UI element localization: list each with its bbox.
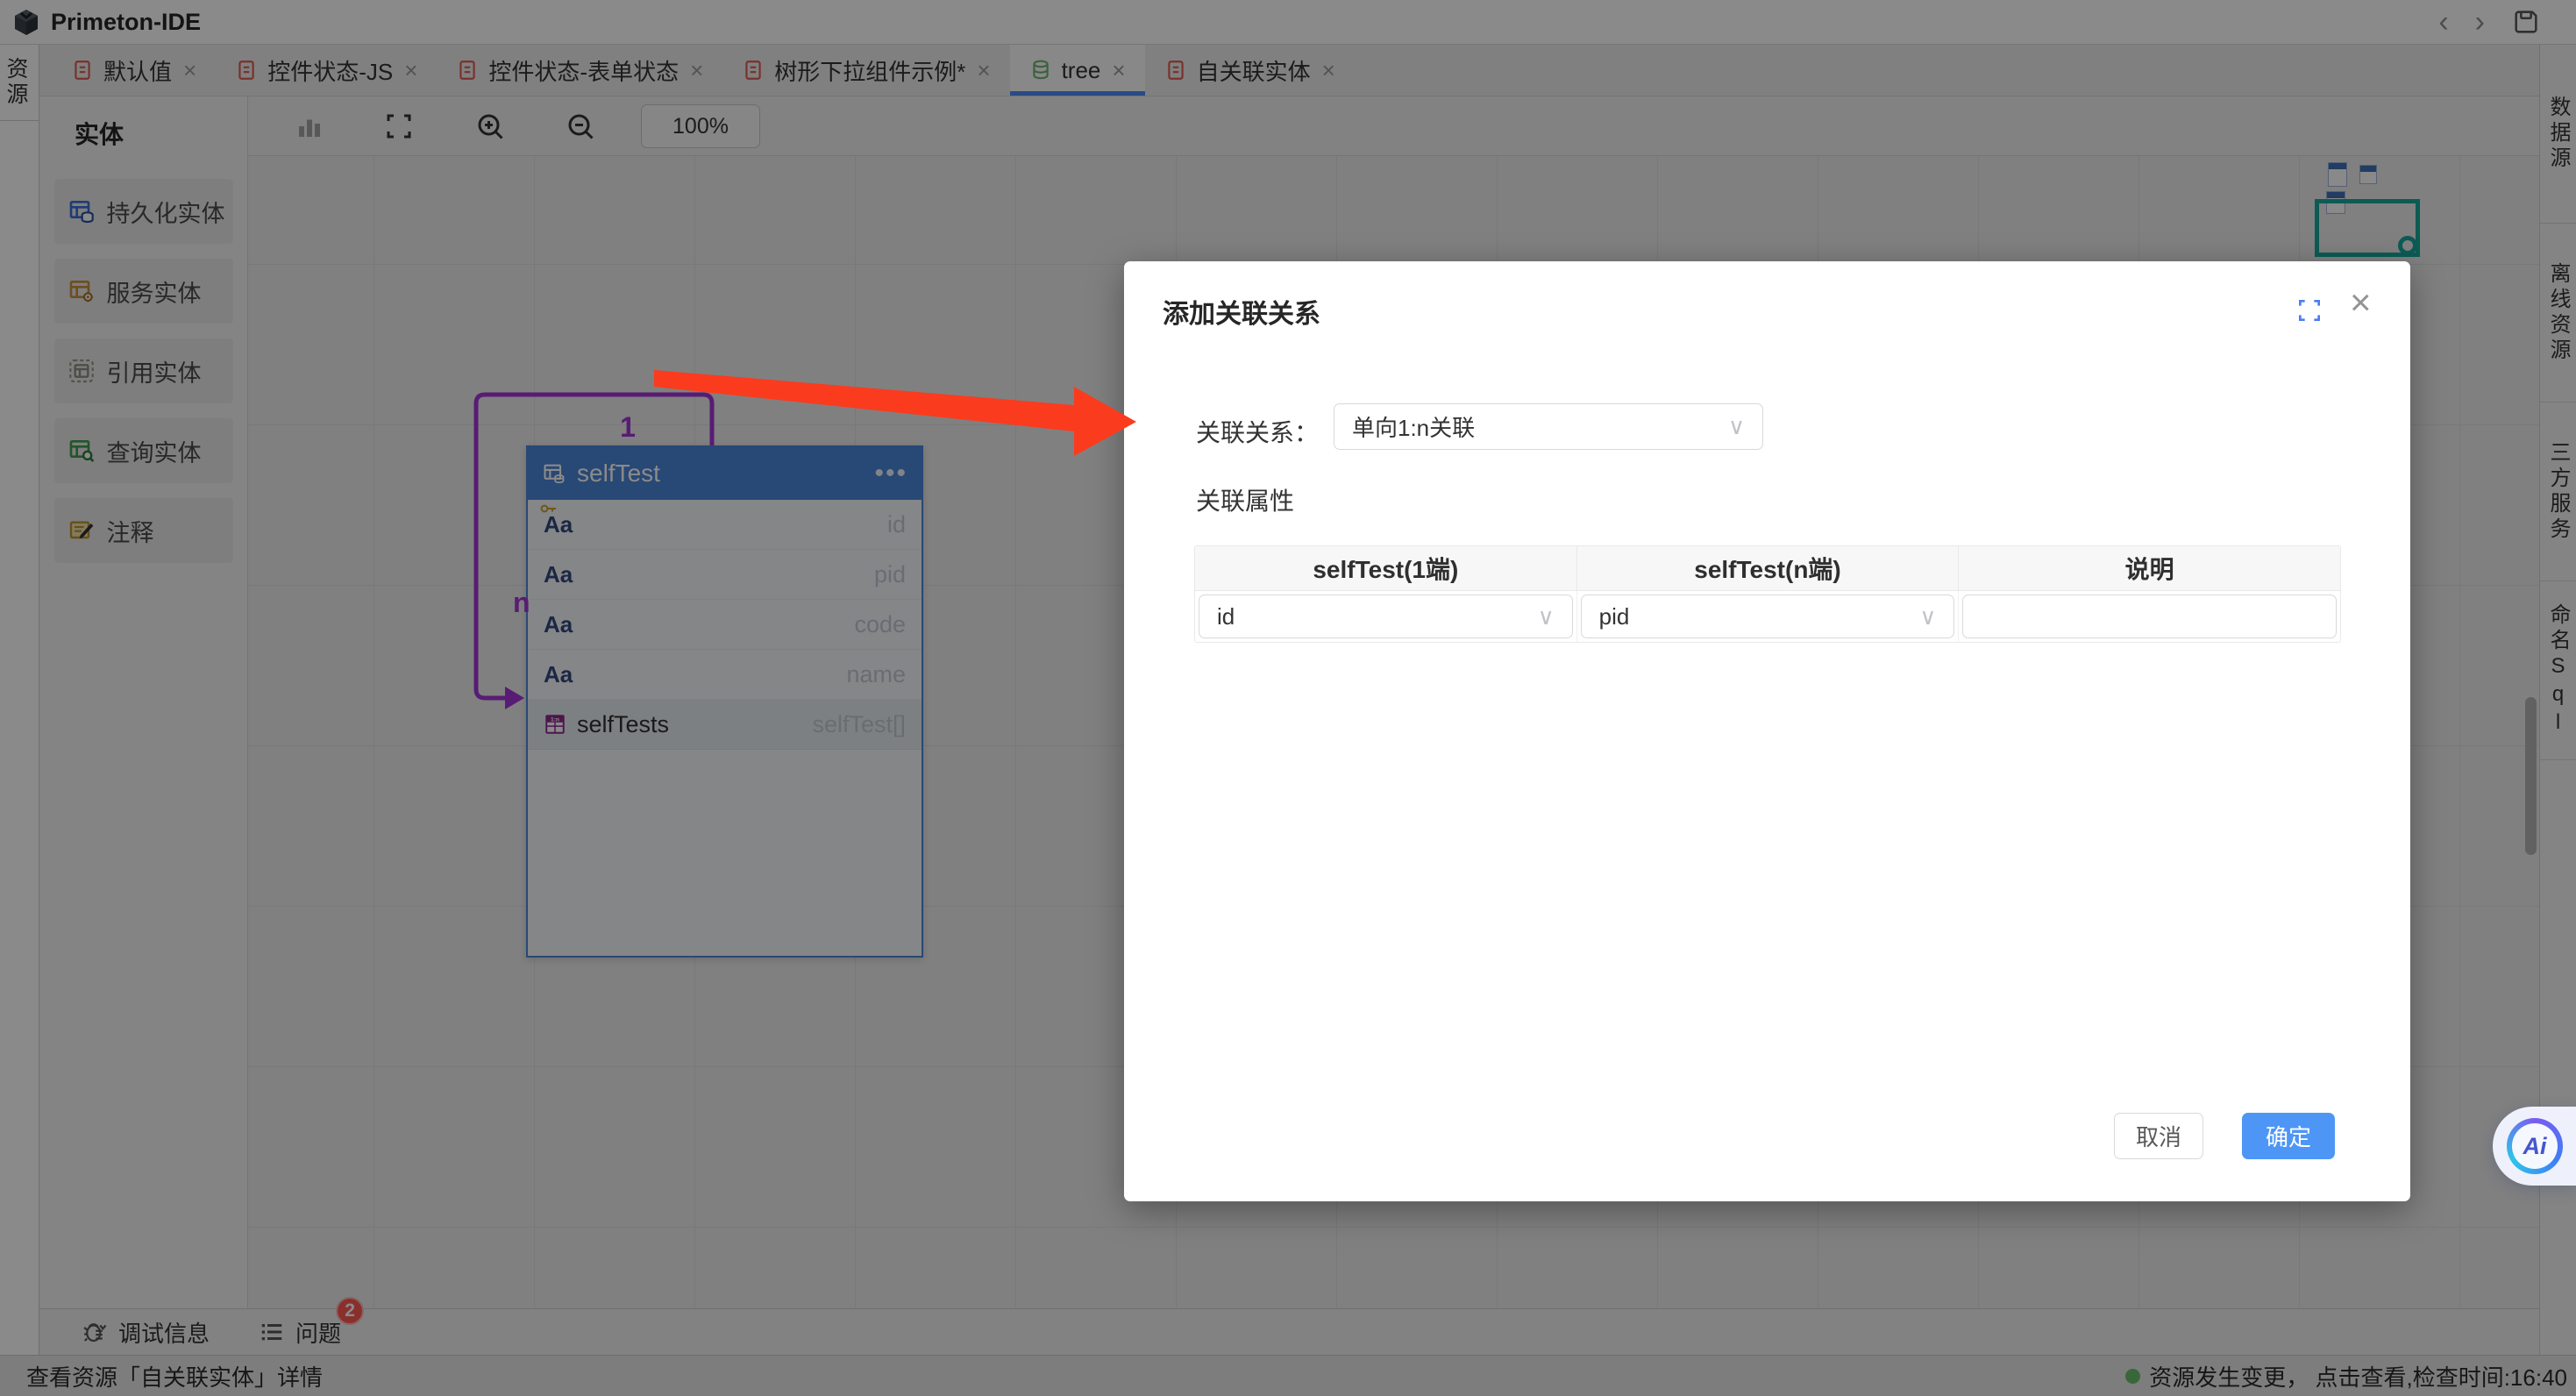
close-icon[interactable]: × (2350, 284, 2372, 321)
relation-attributes-table: selfTest(1端) selfTest(n端) 说明 id ∨ pid ∨ (1194, 545, 2341, 643)
dialog-footer: 取消 确定 (1124, 1113, 2410, 1169)
relation-type-label: 关联关系： (1196, 414, 1319, 449)
table-row: id ∨ pid ∨ (1195, 591, 2340, 642)
chevron-down-icon: ∨ (1919, 603, 1936, 630)
add-relation-dialog: 添加关联关系 × 关联关系： 单向1:n关联 ∨ 关联属性 selfTest(1… (1124, 261, 2410, 1201)
column-header-description: 说明 (1959, 546, 2340, 590)
fullscreen-icon[interactable] (2295, 296, 2323, 324)
cancel-button[interactable]: 取消 (2114, 1113, 2203, 1159)
ai-icon-label: Ai (2512, 1123, 2558, 1169)
confirm-button[interactable]: 确定 (2242, 1113, 2335, 1159)
n-end-field-select[interactable]: pid ∨ (1581, 595, 1955, 638)
ai-icon: Ai (2507, 1118, 2563, 1174)
ai-assistant-button[interactable]: Ai (2493, 1107, 2576, 1186)
n-end-field-value: pid (1599, 603, 1630, 630)
column-header-one-end: selfTest(1端) (1195, 546, 1577, 590)
column-header-n-end: selfTest(n端) (1577, 546, 1960, 590)
one-end-field-select[interactable]: id ∨ (1199, 595, 1573, 638)
dialog-title: 添加关联关系 (1163, 292, 1320, 331)
description-input[interactable] (1962, 595, 2337, 638)
one-end-field-value: id (1217, 603, 1235, 630)
relation-attributes-title: 关联属性 (1196, 482, 1294, 517)
chevron-down-icon: ∨ (1728, 413, 1745, 440)
relation-type-select[interactable]: 单向1:n关联 ∨ (1334, 403, 1763, 450)
table-header-row: selfTest(1端) selfTest(n端) 说明 (1195, 546, 2340, 591)
relation-type-value: 单向1:n关联 (1352, 410, 1475, 443)
chevron-down-icon: ∨ (1538, 603, 1555, 630)
